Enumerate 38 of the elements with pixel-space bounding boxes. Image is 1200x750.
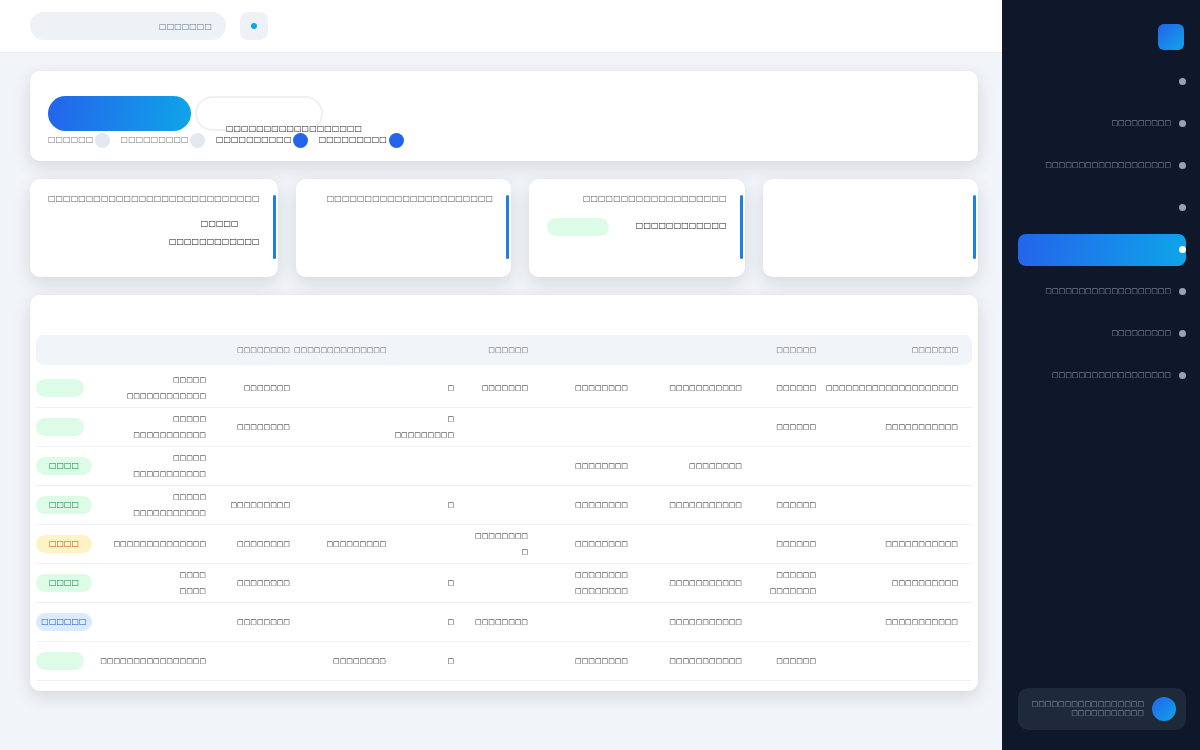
- stat-title: □□□□□□□□□□□□□□□□□□□□□□: [326, 193, 494, 205]
- accent-bar: [506, 195, 510, 259]
- accent-bar: [739, 195, 743, 259]
- primary-button[interactable]: [48, 96, 191, 131]
- bullet-icon: [1179, 330, 1186, 337]
- toggle-dot[interactable]: [293, 132, 309, 148]
- stat-subtitle: □□□□□□□□□□□□: [168, 236, 260, 248]
- caption-text: □□□□□□□□□□□□□□□□□□: [226, 123, 363, 135]
- status-pill: □□□□□□: [36, 613, 92, 631]
- status-pill: □□□□: [36, 535, 92, 553]
- toggle-dot[interactable]: [95, 132, 111, 148]
- avatar: [1152, 697, 1176, 721]
- logo-icon: [1158, 24, 1184, 50]
- bullet-icon: [1179, 372, 1186, 379]
- toggle-dot[interactable]: [388, 132, 404, 148]
- search-field[interactable]: □□□□□□□: [30, 12, 226, 40]
- accent-bar: [973, 195, 976, 259]
- stat-value: □□□□□: [200, 218, 239, 230]
- status-pill: □□□□: [36, 496, 92, 514]
- notification-button[interactable]: [240, 12, 268, 40]
- accent-bar: [272, 195, 276, 259]
- stat-title: □□□□□□□□□□□□□□□□□□□□□□□□□□□□: [48, 193, 260, 205]
- stat-subtitle: □□□□□□□□□□□□: [635, 220, 727, 232]
- bullet-icon: [1179, 288, 1186, 295]
- filter-label[interactable]: □□□□□□□□□: [318, 134, 387, 147]
- filter-label[interactable]: □□□□□□□□□: [120, 134, 189, 147]
- bullet-icon: [1179, 162, 1186, 169]
- status-pill: □□□□: [36, 457, 92, 475]
- nav-item[interactable]: [1018, 233, 1186, 266]
- filter-label[interactable]: □□□□□□□□□□: [215, 134, 292, 147]
- filter-label[interactable]: □□□□□□: [48, 134, 94, 147]
- bullet-icon: [1179, 204, 1186, 211]
- stat-title: □□□□□□□□□□□□□□□□□□□: [582, 193, 727, 205]
- status-pill: □□□□: [36, 574, 92, 592]
- bullet-icon: [1179, 120, 1186, 127]
- bullet-icon: [1179, 78, 1186, 85]
- bullet-icon: [1179, 246, 1186, 253]
- toggle-dot[interactable]: [190, 132, 206, 148]
